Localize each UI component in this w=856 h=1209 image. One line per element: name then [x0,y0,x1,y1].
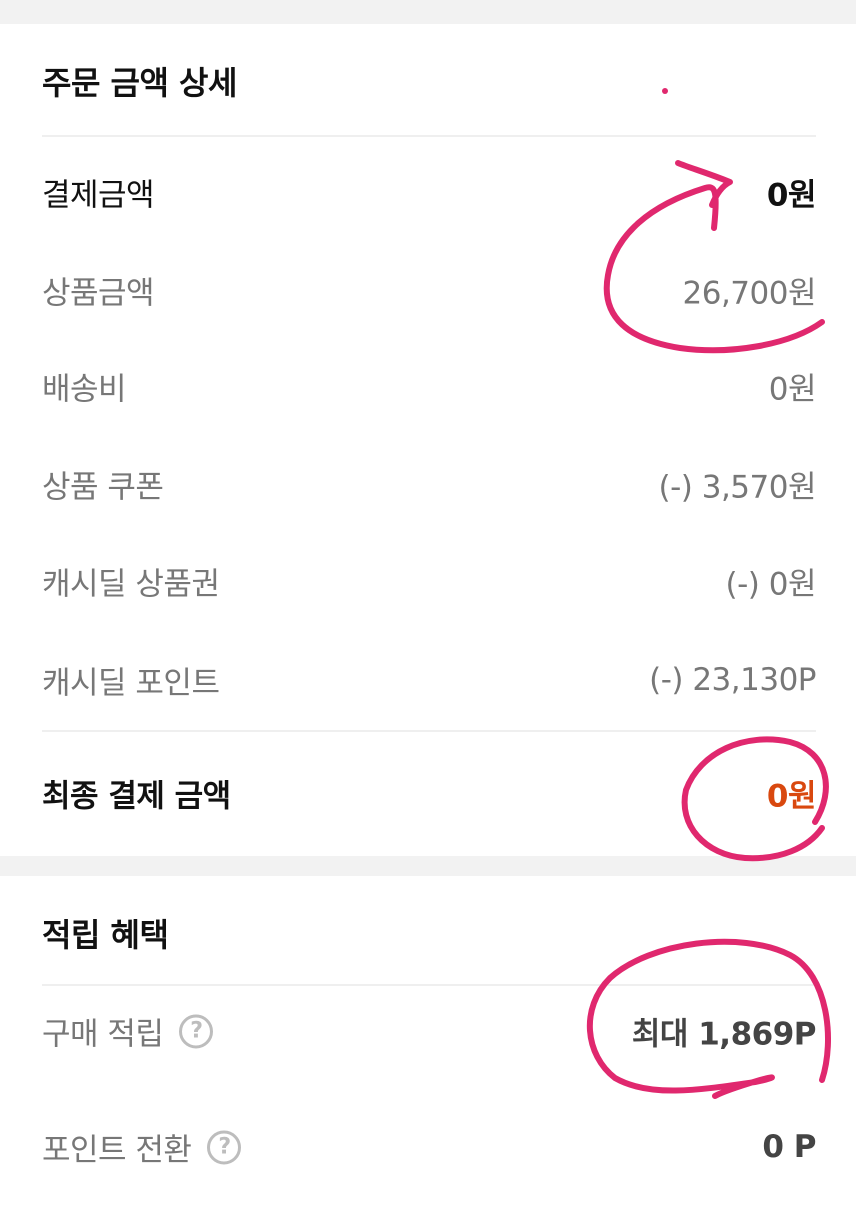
divider [42,984,816,986]
row-value: (-) 23,130P [649,662,816,698]
row-gift-voucher: 캐시딜 상품권 (-) 0원 [42,551,817,611]
row-label: 상품금액 [42,275,155,312]
row-value: 최대 1,869P [631,1016,817,1053]
row-label: 배송비 [42,371,127,408]
row-label: 결제금액 [42,177,155,214]
section-title-order-detail: 주문 금액 상세 [42,64,237,102]
row-label: 구매 적립 ? [42,1009,214,1054]
row-point-conversion: 포인트 전환 ? 0 P [42,1117,816,1177]
row-product-amount: 상품금액 26,700원 [42,260,816,320]
row-label: 상품 쿠폰 [42,469,164,506]
row-purchase-reward: 구매 적립 ? 최대 1,869P [42,1001,817,1061]
row-value: 26,700원 [682,275,817,312]
top-separator [0,0,856,24]
row-cashdeal-points: 캐시딜 포인트 (-) 23,130P [42,650,816,710]
row-value: (-) 3,570원 [658,469,817,506]
row-value: 0원 [768,371,817,408]
row-label: 포인트 전환 ? [42,1125,242,1170]
annotation-dot [662,88,668,94]
divider [42,730,816,732]
row-payment-amount: 결제금액 0원 [42,162,817,222]
final-label: 최종 결제 금액 [42,778,231,815]
divider [42,135,816,137]
row-value: (-) 0원 [725,566,817,603]
row-label-text: 구매 적립 [42,1016,164,1053]
row-label: 캐시딜 상품권 [42,566,220,603]
question-circle-icon[interactable]: ? [179,1014,214,1048]
row-product-coupon: 상품 쿠폰 (-) 3,570원 [42,454,816,514]
row-final-payment: 최종 결제 금액 0원 [42,763,817,823]
row-shipping-fee: 배송비 0원 [42,356,817,416]
row-value: 0 P [762,1129,816,1165]
section-separator [0,856,856,876]
section-title-benefits: 적립 혜택 [42,916,169,954]
row-label: 캐시딜 포인트 [42,665,220,702]
final-amount: 0원 [766,778,817,815]
row-label-text: 포인트 전환 [42,1132,192,1169]
question-circle-icon[interactable]: ? [207,1130,242,1164]
row-value: 0원 [766,177,817,214]
